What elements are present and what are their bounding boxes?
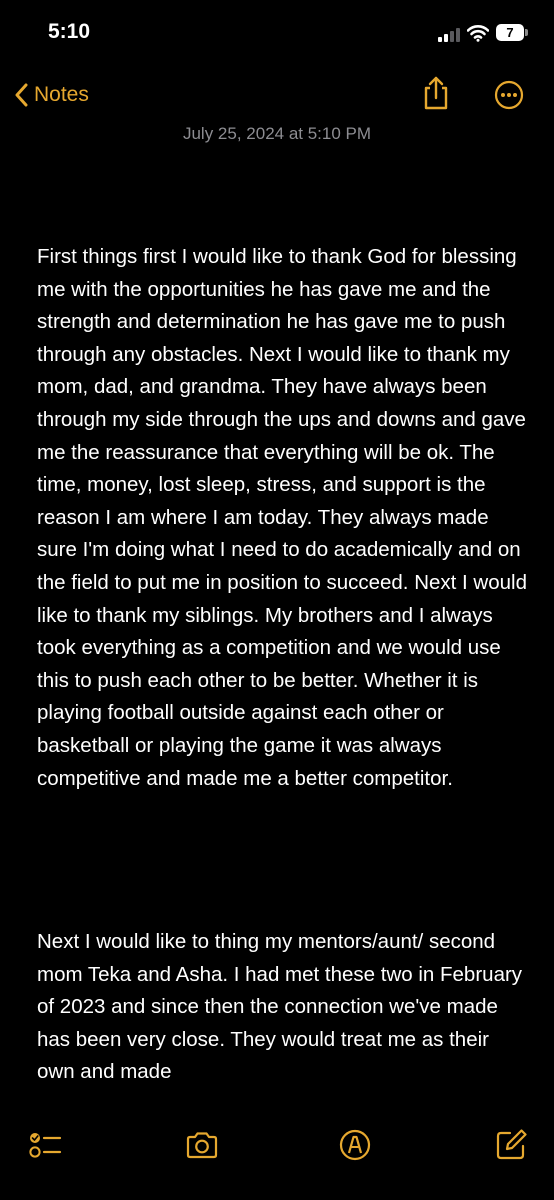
chevron-left-icon: [15, 83, 28, 107]
status-time: 5:10: [48, 20, 91, 43]
back-label: Notes: [34, 83, 89, 106]
checklist-icon[interactable]: [28, 1128, 62, 1162]
camera-icon[interactable]: [185, 1128, 219, 1162]
home-indicator: [0, 1196, 554, 1200]
signal-icon: [438, 28, 460, 42]
note-body[interactable]: First things first I would like to thank…: [37, 241, 527, 1083]
bottom-toolbar: [0, 1110, 554, 1200]
battery-level: 7: [496, 24, 524, 41]
wifi-icon: [467, 25, 489, 42]
note-date: July 25, 2024 at 5:10 PM: [182, 124, 372, 143]
note-paragraph: Next I would like to thing my mentors/au…: [37, 930, 523, 1084]
more-icon[interactable]: [494, 80, 524, 110]
back-button[interactable]: Notes: [14, 80, 89, 110]
battery-icon: 7: [496, 24, 528, 41]
markup-icon[interactable]: [338, 1128, 372, 1162]
note-paragraph: First things first I would like to thank…: [37, 245, 527, 790]
status-bar: 5:10 7: [0, 0, 554, 66]
compose-icon[interactable]: [494, 1128, 528, 1162]
nav-bar: Notes: [0, 72, 554, 118]
share-icon[interactable]: [421, 75, 451, 111]
